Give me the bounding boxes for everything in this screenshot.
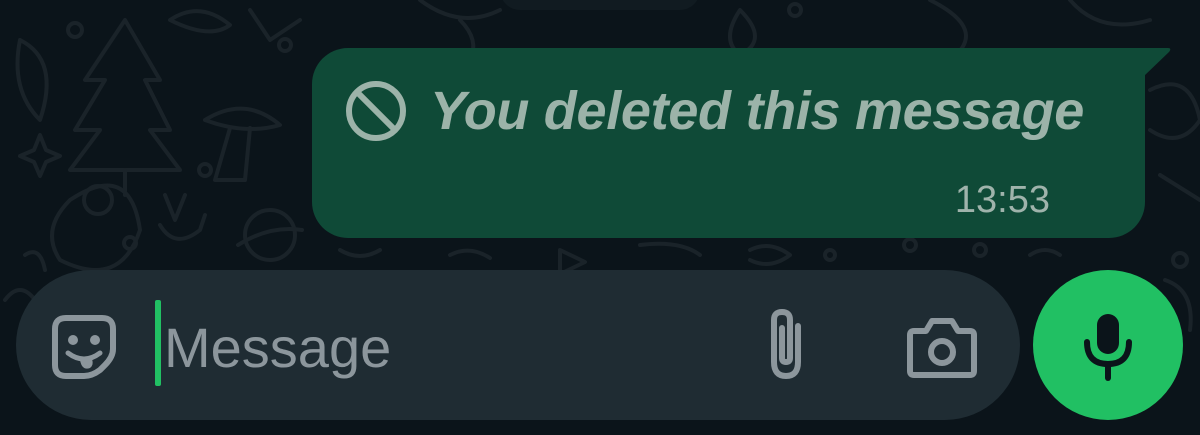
mic-icon	[1084, 314, 1132, 381]
text-cursor	[155, 300, 161, 386]
paperclip-icon[interactable]	[758, 306, 814, 382]
previous-element-edge	[500, 0, 700, 10]
block-icon	[346, 81, 406, 141]
bubble-tail	[1144, 48, 1171, 76]
voice-message-button[interactable]	[1033, 270, 1183, 420]
camera-icon[interactable]	[906, 313, 978, 379]
message-timestamp: 13:53	[954, 179, 1050, 221]
message-input[interactable]: Message	[164, 308, 391, 388]
chat-screen: You deleted this message 13:53 Message	[0, 0, 1200, 435]
deleted-message-text: You deleted this message	[430, 81, 1085, 141]
sticker-icon[interactable]	[50, 313, 118, 381]
